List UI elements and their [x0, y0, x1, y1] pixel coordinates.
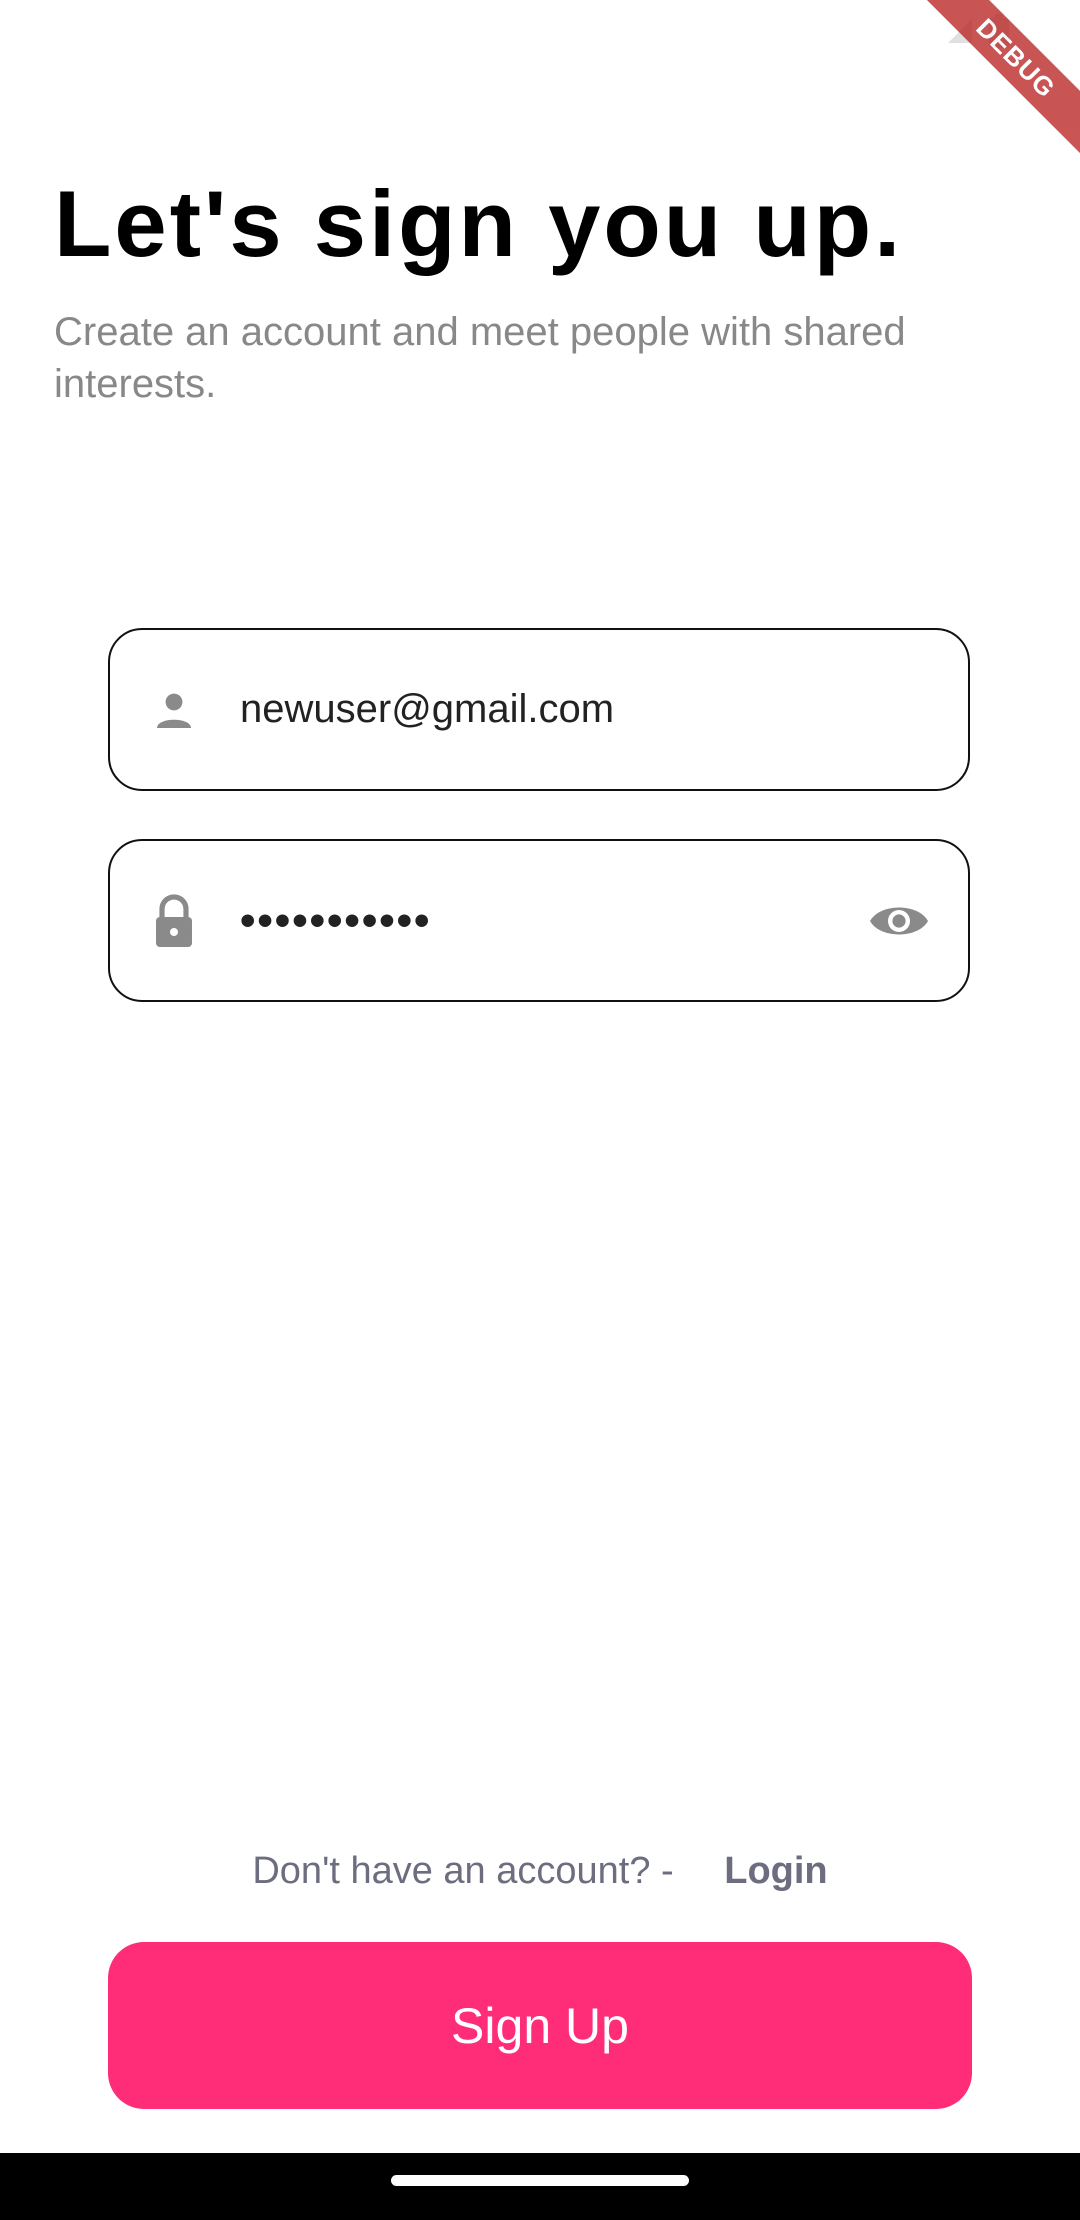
password-field[interactable]: ••••••••••• — [108, 839, 970, 1002]
page-title: Let's sign you up. — [54, 171, 904, 276]
page-subtitle: Create an account and meet people with s… — [54, 310, 906, 406]
eye-icon[interactable] — [868, 890, 930, 952]
navigation-bar — [0, 2153, 1080, 2220]
email-field[interactable]: newuser@gmail.com — [108, 628, 970, 791]
signal-icon — [948, 19, 972, 43]
sign-up-button[interactable]: Sign Up — [108, 1942, 972, 2109]
person-icon — [148, 684, 200, 736]
email-input[interactable]: newuser@gmail.com — [240, 687, 968, 732]
login-prompt-text: Don't have an account? - — [252, 1850, 674, 1892]
lock-icon — [148, 893, 200, 947]
home-gesture-handle[interactable] — [391, 2175, 689, 2186]
login-prompt: Don't have an account? - Login — [0, 1850, 1080, 1893]
login-link[interactable]: Login — [724, 1850, 827, 1892]
password-input[interactable]: ••••••••••• — [240, 896, 868, 946]
battery-icon — [989, 14, 1009, 48]
status-bar — [946, 14, 1010, 48]
